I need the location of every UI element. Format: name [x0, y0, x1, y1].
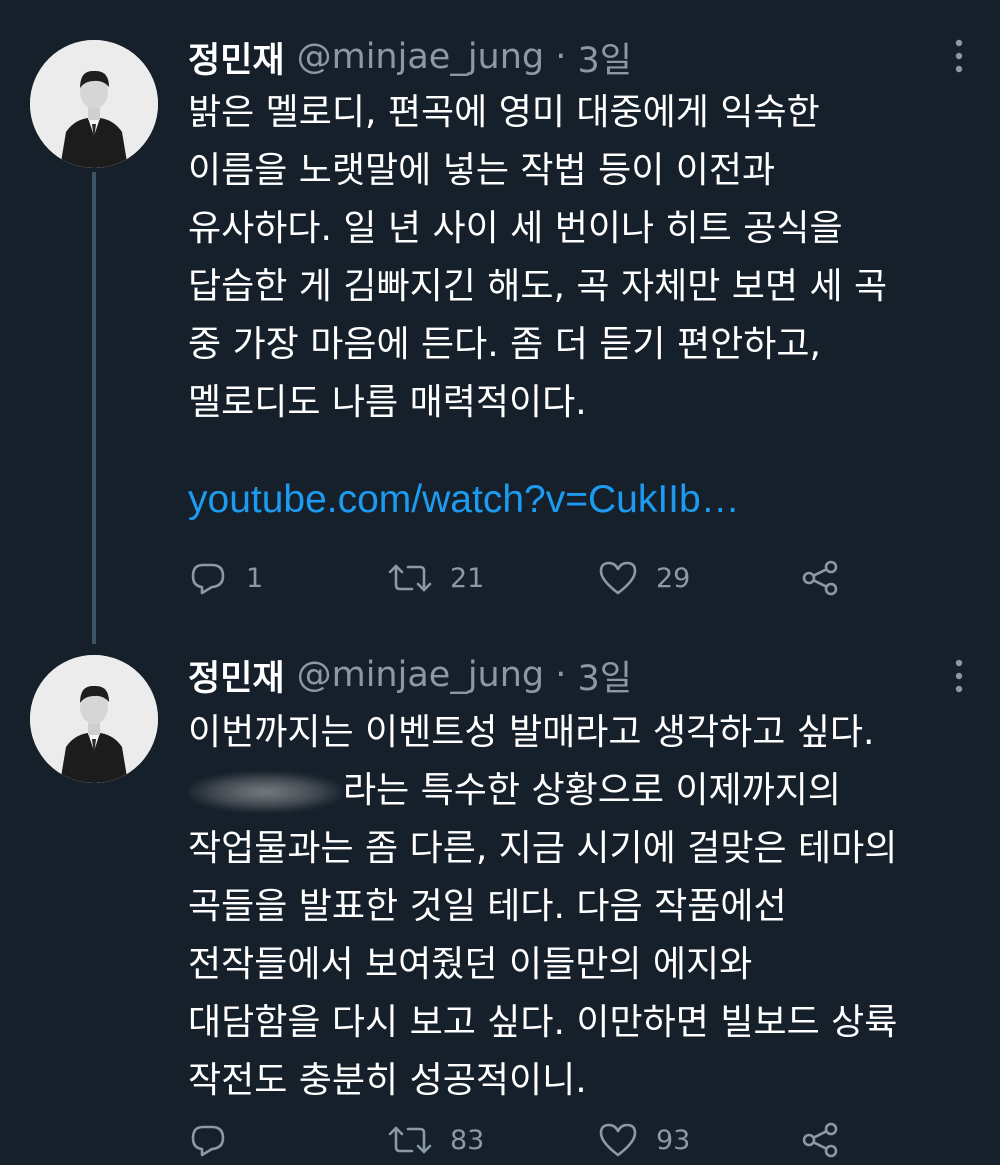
- tweet-text-fragment: 라는 특수한 상황으로 이제까지의: [343, 770, 842, 811]
- reply-count: 1: [246, 562, 264, 594]
- tweet-text-line: 유사하다. 일 년 사이 세 번이나 히트 공식을: [188, 208, 843, 249]
- thread-connector-line: [92, 172, 96, 644]
- retweet-button[interactable]: 83: [388, 1115, 484, 1165]
- author-handle[interactable]: @minjae_jung: [297, 37, 545, 77]
- reply-button[interactable]: [188, 1115, 246, 1165]
- avatar-photo: [30, 655, 158, 783]
- avatar[interactable]: [30, 40, 158, 168]
- tweet-actions: 83 93: [188, 1115, 888, 1165]
- tweet-header: 정민재 @minjae_jung · 3일: [188, 650, 632, 700]
- tweet-text-line: 전작들에서 보여줬던 이들만의 에지와: [188, 944, 753, 985]
- tweet-time[interactable]: 3일: [578, 32, 632, 83]
- separator-dot: ·: [544, 37, 578, 77]
- share-button[interactable]: [800, 553, 840, 603]
- reply-icon: [191, 563, 225, 595]
- share-icon: [802, 560, 838, 596]
- separator-dot: ·: [544, 655, 578, 695]
- tweet-actions: 1 21 29: [188, 553, 888, 603]
- tweet-header: 정민재 @minjae_jung · 3일: [188, 32, 632, 82]
- like-button[interactable]: 93: [598, 1115, 690, 1165]
- tweet-text-line: 라는 특수한 상황으로 이제까지의: [188, 762, 978, 820]
- tweet-text-line: 밝은 멜로디, 편곡에 영미 대중에게 익숙한: [188, 92, 820, 133]
- tweet-text-line: 멜로디도 나름 매력적이다.: [188, 382, 587, 423]
- avatar[interactable]: [30, 655, 158, 783]
- retweet-count: 83: [450, 1124, 485, 1156]
- author-handle[interactable]: @minjae_jung: [297, 655, 545, 695]
- tweet[interactable]: 정민재 @minjae_jung · 3일 밝은 멜로디, 편곡에 영미 대중에…: [0, 0, 1000, 644]
- like-icon: [599, 561, 637, 595]
- like-icon: [599, 1123, 637, 1157]
- tweet-text-line: 답습한 게 김빠지긴 해도, 곡 자체만 보면 세 곡: [188, 266, 888, 307]
- like-count: 29: [656, 562, 691, 594]
- more-icon[interactable]: [954, 38, 964, 74]
- tweet-text-line: 작업물과는 좀 다른, 지금 시기에 걸맞은 테마의: [188, 828, 898, 869]
- more-icon[interactable]: [954, 658, 964, 694]
- reply-icon: [191, 1125, 225, 1157]
- avatar-photo: [30, 40, 158, 168]
- retweet-icon: [388, 1126, 432, 1154]
- retweet-icon: [388, 564, 432, 592]
- author-name[interactable]: 정민재: [188, 32, 285, 83]
- author-name[interactable]: 정민재: [188, 650, 285, 701]
- like-button[interactable]: 29: [598, 553, 690, 603]
- reply-button[interactable]: 1: [188, 553, 263, 603]
- tweet-text: 이번까지는 이벤트성 발매라고 생각하고 싶다. 라는 특수한 상황으로 이제까…: [188, 704, 978, 1110]
- tweet-text-line: 중 가장 마음에 든다. 좀 더 듣기 편안하고,: [188, 324, 821, 365]
- tweet[interactable]: 정민재 @minjae_jung · 3일 이번까지는 이벤트성 발매라고 생각…: [0, 640, 1000, 1161]
- tweet-text: 밝은 멜로디, 편곡에 영미 대중에게 익숙한 이름을 노랫말에 넣는 작법 등…: [188, 84, 978, 432]
- tweet-text-line: 대담함을 다시 보고 싶다. 이만하면 빌보드 상륙: [188, 1002, 898, 1043]
- retweet-button[interactable]: 21: [388, 553, 484, 603]
- tweet-text-line: 작전도 충분히 성공적이니.: [188, 1060, 587, 1101]
- share-icon: [802, 1122, 838, 1158]
- tweet-text-line: 곡들을 발표한 것일 테다. 다음 작품에선: [188, 886, 787, 927]
- retweet-count: 21: [450, 562, 485, 594]
- blurred-redaction: [188, 772, 343, 812]
- like-count: 93: [656, 1124, 691, 1156]
- youtube-link[interactable]: youtube.com/watch?v=CukIIb…: [188, 478, 740, 522]
- share-button[interactable]: [800, 1115, 840, 1165]
- tweet-text-line: 이름을 노랫말에 넣는 작법 등이 이전과: [188, 150, 776, 191]
- tweet-text-line: 이번까지는 이벤트성 발매라고 생각하고 싶다.: [188, 712, 875, 753]
- tweet-time[interactable]: 3일: [578, 650, 632, 701]
